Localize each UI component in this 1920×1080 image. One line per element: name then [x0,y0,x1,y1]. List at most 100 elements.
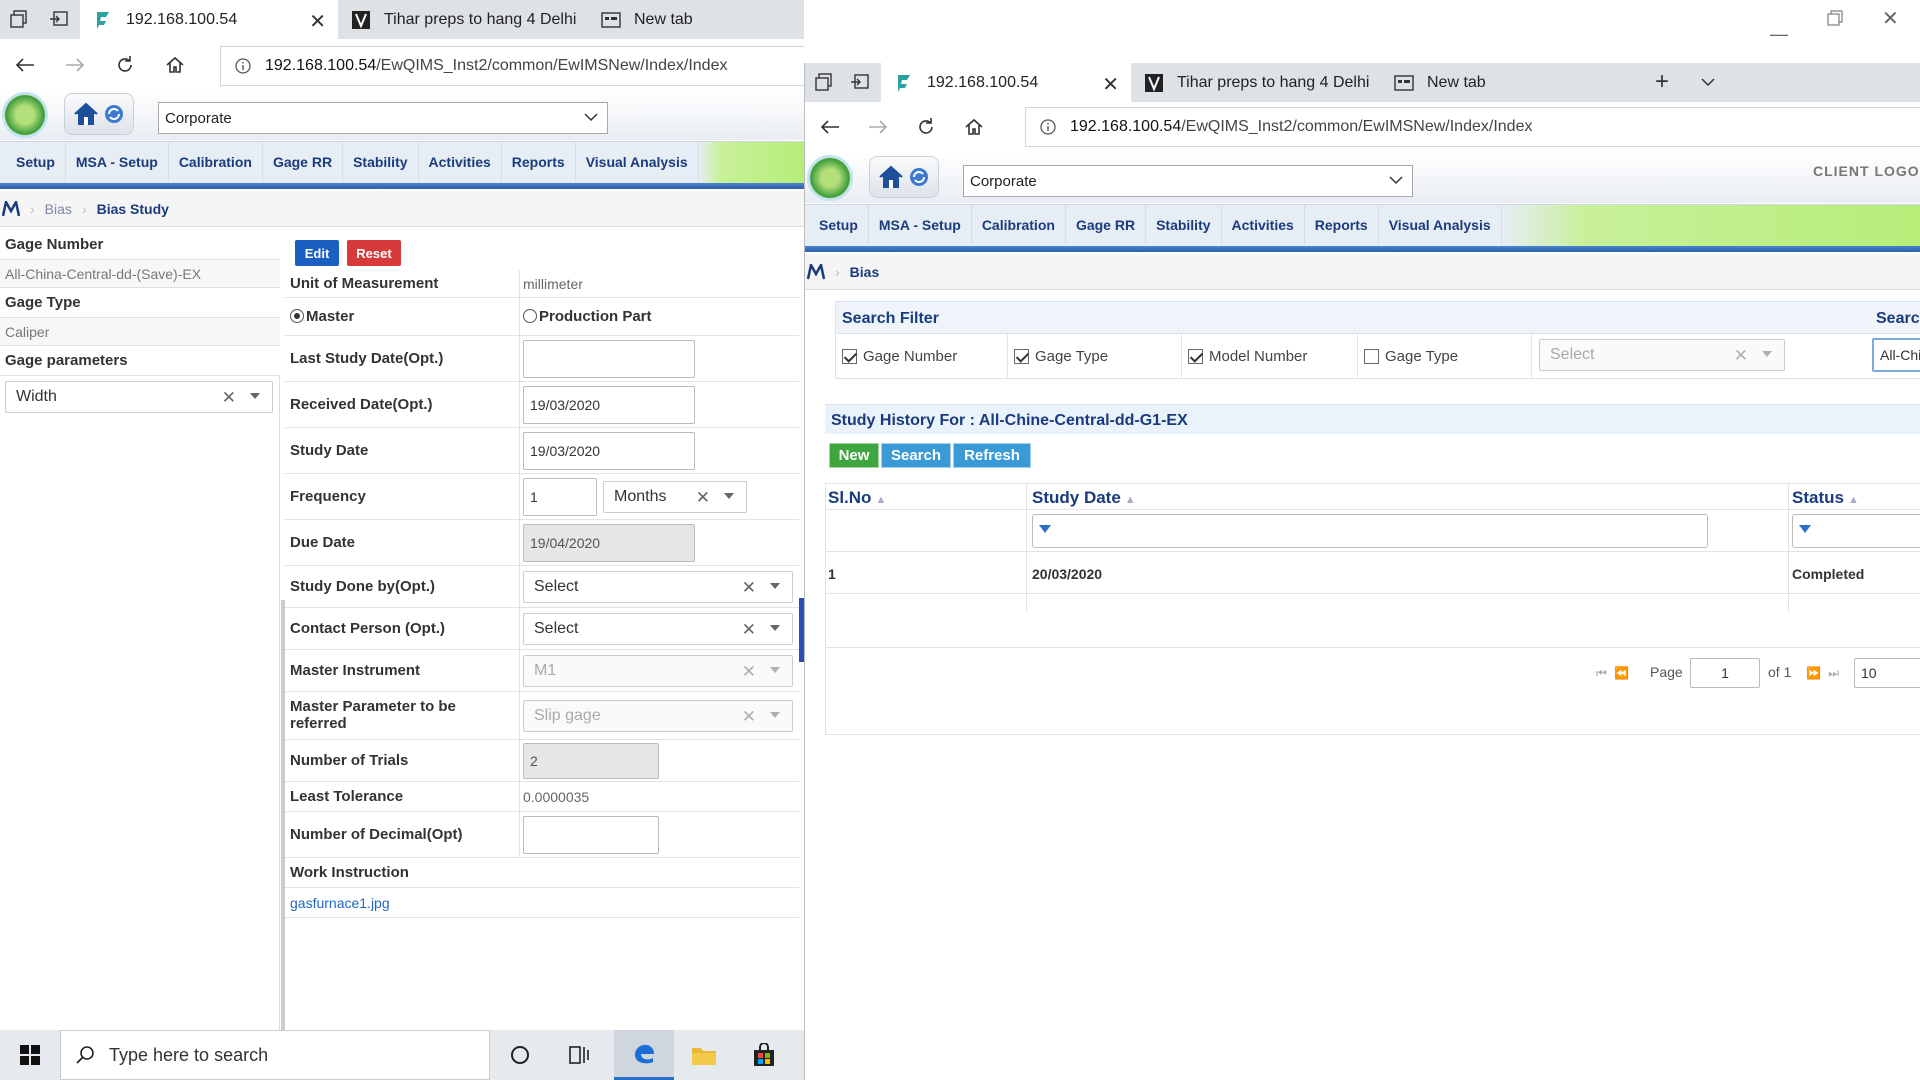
dropdown-arrow-icon[interactable] [1762,351,1772,357]
tab-actions-icon[interactable] [809,67,839,97]
set-aside-tabs-icon[interactable] [845,67,875,97]
refresh-icon[interactable] [911,112,941,142]
task-view-icon[interactable] [550,1030,610,1080]
nav-msa-setup[interactable]: MSA - Setup [869,205,972,245]
status-filter-input[interactable] [1792,514,1920,548]
checkbox-checked-icon[interactable] [1188,348,1203,364]
gage-parameters-select[interactable]: Width ✕ [5,381,273,413]
tab-list-chevron-icon[interactable] [1693,67,1723,97]
tab-192-168-100-54[interactable]: 192.168.100.54 ✕ [80,0,338,39]
checkbox-checked-icon[interactable] [1014,348,1029,364]
last-study-date-input[interactable] [523,340,695,378]
close-tab-icon[interactable]: ✕ [1102,72,1119,97]
restore-icon[interactable] [1827,10,1843,26]
filter-gage-type-2[interactable]: Gage Type [1358,334,1532,378]
nav-setup[interactable]: Setup [6,142,66,182]
filter-icon[interactable] [1039,525,1051,533]
back-icon[interactable] [815,112,845,142]
new-button[interactable]: New [829,443,879,468]
study-date-input[interactable]: 19/03/2020 [523,432,695,470]
filter-value-select[interactable]: Select ✕ [1539,339,1785,371]
nav-visual-analysis[interactable]: Visual Analysis [576,142,699,182]
home-app-icon[interactable] [878,165,904,189]
production-part-radio[interactable]: Production Part [523,308,652,325]
pager-page-size-select[interactable]: 10 [1854,658,1920,688]
sort-icon[interactable]: ▲ [875,494,886,506]
frequency-unit-select[interactable]: Months ✕ [603,481,747,513]
refresh-button[interactable]: Refresh [953,443,1031,468]
tab-tihar-news[interactable]: Tihar preps to hang 4 Delhi [338,0,588,39]
column-header-study-date[interactable]: Study Date ▲ [1032,488,1136,508]
search-button[interactable]: Search [881,443,951,468]
table-row[interactable]: 1 20/03/2020 Completed [826,552,1920,594]
new-tab-plus-icon[interactable]: + [1647,67,1677,97]
contact-person-select[interactable]: Select ✕ [523,613,793,645]
filter-gage-type[interactable]: Gage Type [1008,334,1182,378]
sync-icon[interactable] [103,103,125,125]
clear-icon[interactable]: ✕ [742,578,756,598]
master-radio[interactable]: Master [290,308,354,325]
tab-actions-icon[interactable] [4,4,34,34]
home-icon[interactable] [160,50,190,80]
nav-stability[interactable]: Stability [343,142,419,182]
breadcrumb-bias[interactable]: Bias [45,201,72,217]
dropdown-arrow-icon[interactable] [724,493,734,499]
clear-icon[interactable]: ✕ [1734,346,1748,366]
dropdown-arrow-icon[interactable] [770,583,780,589]
frequency-input[interactable]: 1 [523,478,597,516]
nav-reports[interactable]: Reports [1305,205,1379,245]
nav-setup[interactable]: Setup [809,205,869,245]
column-header-status[interactable]: Status ▲ [1792,488,1859,508]
minimize-icon[interactable]: — [1770,24,1788,45]
address-bar[interactable]: 192.168.100.54/EwQIMS_Inst2/common/EwIMS… [1025,107,1920,147]
filter-gage-number[interactable]: Gage Number [836,334,1008,378]
clear-icon[interactable]: ✕ [222,388,236,408]
edit-button[interactable]: Edit [295,240,339,266]
file-explorer-icon[interactable] [674,1030,734,1080]
reset-button[interactable]: Reset [347,240,401,266]
tab-new-tab[interactable]: New tab [1381,63,1621,102]
nav-gage-rr[interactable]: Gage RR [1066,205,1147,245]
nav-visual-analysis[interactable]: Visual Analysis [1379,205,1502,245]
clear-icon[interactable]: ✕ [742,620,756,640]
home-app-icon[interactable] [73,102,99,126]
clear-icon[interactable]: ✕ [696,488,710,508]
dropdown-arrow-icon[interactable] [250,393,260,399]
close-tab-icon[interactable]: ✕ [309,9,326,34]
home-icon[interactable] [959,112,989,142]
cortana-icon[interactable] [490,1030,550,1080]
nav-gage-rr[interactable]: Gage RR [263,142,344,182]
filter-icon[interactable] [1799,525,1811,533]
pager-page-input[interactable]: 1 [1690,658,1760,688]
site-info-icon[interactable] [221,58,265,74]
site-info-icon[interactable] [1026,119,1070,135]
forward-icon[interactable] [60,50,90,80]
nav-activities[interactable]: Activities [419,142,502,182]
tab-192-168-100-54[interactable]: 192.168.100.54 ✕ [881,63,1131,102]
received-date-input[interactable]: 19/03/2020 [523,386,695,424]
search-input[interactable]: All-Chi [1872,338,1920,372]
radio-checked-icon[interactable] [290,309,304,323]
nav-msa-setup[interactable]: MSA - Setup [66,142,169,182]
store-icon[interactable] [734,1030,794,1080]
address-bar[interactable]: 192.168.100.54/EwQIMS_Inst2/common/EwIMS… [220,46,804,86]
edge-browser-icon[interactable] [614,1030,674,1080]
taskbar-search-box[interactable]: Type here to search [60,1030,490,1080]
nav-calibration[interactable]: Calibration [169,142,263,182]
sync-icon[interactable] [908,166,930,188]
study-done-by-select[interactable]: Select ✕ [523,571,793,603]
panel-splitter[interactable] [281,600,285,1030]
nav-stability[interactable]: Stability [1146,205,1222,245]
back-icon[interactable] [10,50,40,80]
number-of-decimal-input[interactable] [523,816,659,854]
set-aside-tabs-icon[interactable] [44,4,74,34]
tab-new-tab[interactable]: New tab [588,0,804,39]
pager-first-prev-icons[interactable]: ⏮ ⏪ [1596,666,1631,681]
sort-icon[interactable]: ▲ [1848,494,1859,506]
windows-start-icon[interactable] [0,1030,60,1080]
nav-activities[interactable]: Activities [1222,205,1305,245]
study-date-filter-input[interactable] [1032,514,1708,548]
nav-calibration[interactable]: Calibration [972,205,1066,245]
organization-select[interactable]: Corporate [158,102,608,134]
filter-model-number[interactable]: Model Number [1182,334,1358,378]
